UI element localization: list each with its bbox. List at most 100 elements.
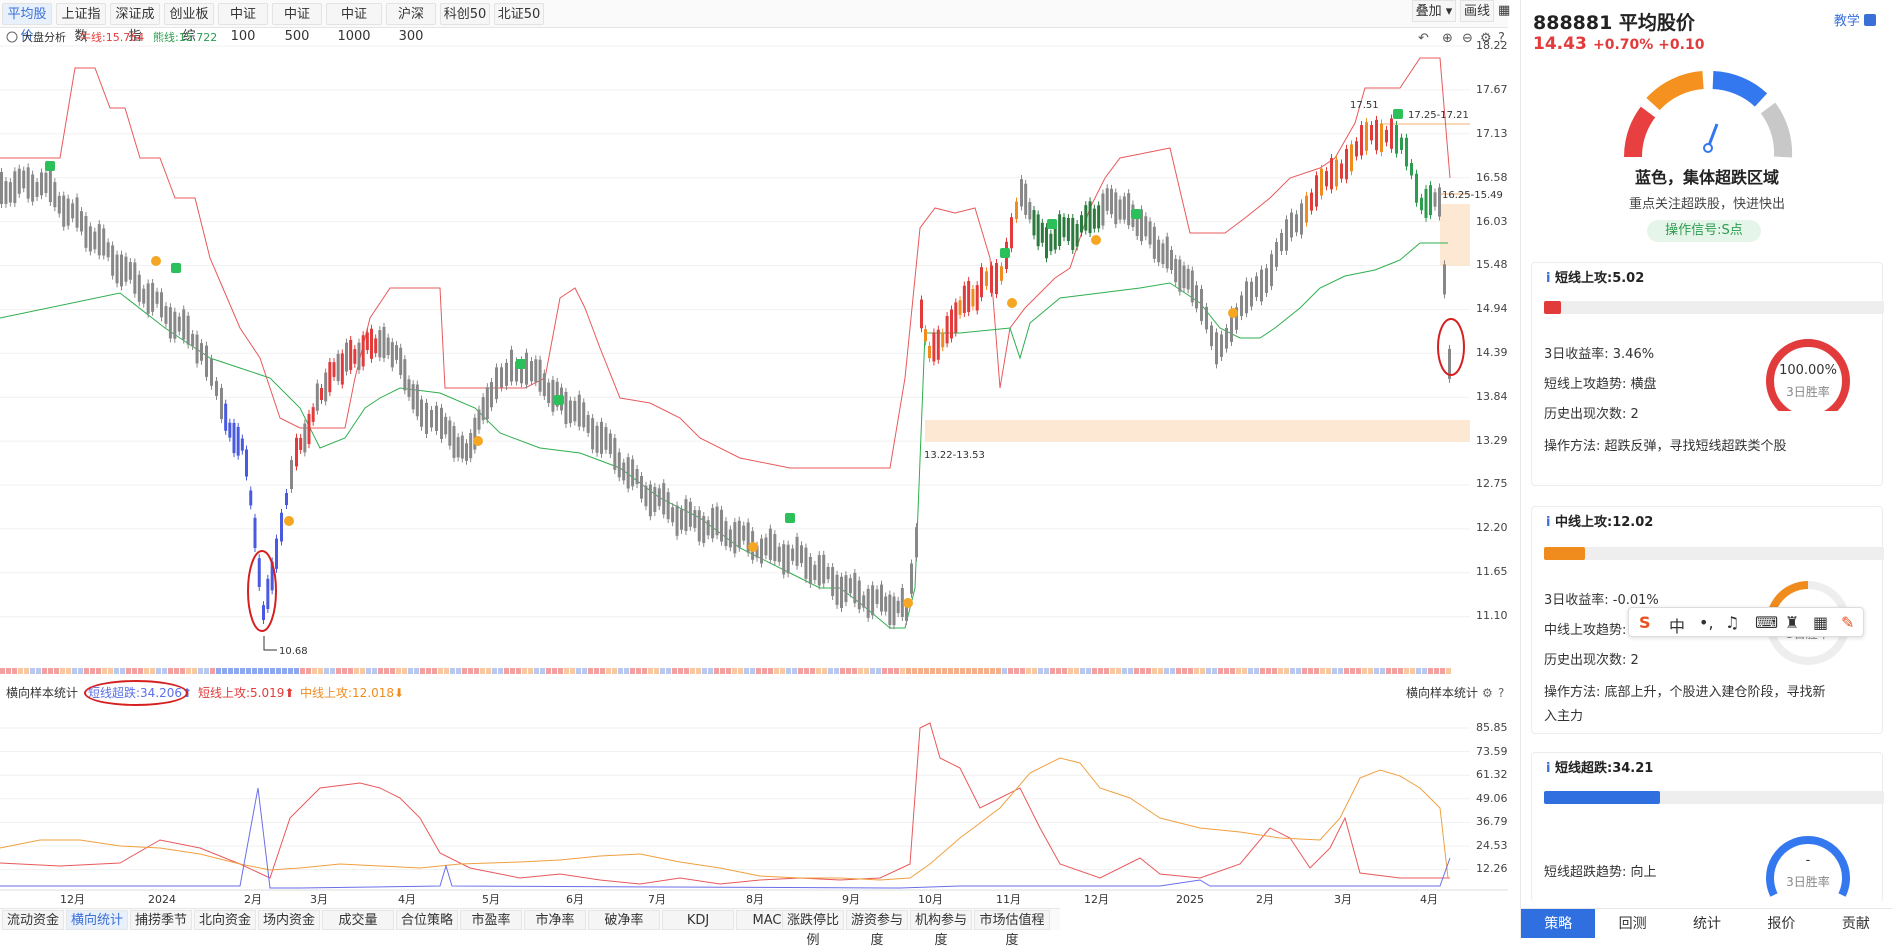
btab-pb[interactable]: 市净率	[524, 910, 586, 930]
tab-bse50[interactable]: 北证50	[494, 3, 544, 25]
candle	[1165, 236, 1169, 269]
indicator-help-icon[interactable]: ?	[1498, 683, 1504, 703]
time-tick: 6月	[566, 893, 584, 906]
btab-liquidity[interactable]: 流动资金	[2, 910, 64, 930]
band-segment	[1296, 668, 1301, 674]
tab-stats[interactable]: 统计	[1670, 909, 1744, 938]
skin-icon[interactable]: ♜	[1785, 613, 1799, 632]
band-segment	[1368, 668, 1373, 674]
main-chart-area[interactable]: 大盘分析 牛线:15.764 熊线:15.722 ↶ ⊕ ⊖ ⚙ ? 18.22…	[0, 28, 1508, 906]
candle	[1157, 239, 1161, 263]
tab-star50[interactable]: 科创50	[440, 3, 490, 25]
btab-limit-ratio[interactable]: 涨跌停比例	[782, 910, 844, 948]
grid-icon[interactable]: ▦	[1813, 613, 1828, 632]
band-segment	[1248, 668, 1253, 674]
ime-toolbar[interactable]: S 中 •, ♫ ⌨ ♜ ▦ ✎	[1628, 607, 1864, 637]
tab-hs300[interactable]: 沪深300	[386, 3, 436, 44]
band-segment	[306, 668, 311, 674]
star-signal-icon	[1228, 308, 1238, 318]
candle	[182, 309, 186, 340]
btab-horizontal-stats[interactable]: 横向统计	[66, 910, 128, 930]
teach-link[interactable]: 教学	[1834, 10, 1876, 29]
candle	[1335, 159, 1338, 187]
tab-chinext[interactable]: 创业板综	[164, 3, 214, 44]
btab-onfloor-funds[interactable]: 场内资金	[258, 910, 320, 930]
candle	[617, 452, 621, 478]
band-segment	[798, 668, 803, 674]
band-segment	[636, 668, 641, 674]
layout-icon[interactable]: ▦	[1498, 0, 1510, 22]
teach-label[interactable]: 教学	[1834, 14, 1860, 29]
btab-fishing-season[interactable]: 捕捞季节	[130, 910, 192, 930]
band-segment	[1266, 668, 1271, 674]
candle	[1424, 188, 1428, 218]
tab-csi500[interactable]: 中证500	[272, 3, 322, 44]
band-segment	[822, 668, 827, 674]
band-segment	[624, 668, 629, 674]
time-tick: 7月	[648, 893, 666, 906]
collapse-icon[interactable]	[6, 31, 18, 43]
keyboard-icon[interactable]: ⌨	[1755, 613, 1778, 632]
undo-icon[interactable]: ↶	[1418, 31, 1429, 46]
tab-csi100[interactable]: 中证100	[218, 3, 268, 44]
time-tick: 3月	[1334, 893, 1352, 906]
tab-quote[interactable]: 报价	[1744, 909, 1818, 938]
btab-northbound[interactable]: 北向资金	[194, 910, 256, 930]
candle	[407, 379, 411, 397]
candle	[1365, 122, 1368, 151]
btab-pe[interactable]: 市盈率	[460, 910, 522, 930]
tab-backtest[interactable]: 回测	[1595, 909, 1669, 938]
band-segment	[1020, 668, 1025, 674]
band-segment	[918, 668, 923, 674]
tab-strategy[interactable]: 策略	[1521, 909, 1596, 938]
s-signal-icon	[516, 359, 526, 369]
draw-line-button[interactable]: 画线	[1460, 0, 1494, 22]
candle	[365, 332, 369, 350]
candle	[262, 605, 265, 621]
band-segment	[1074, 668, 1079, 674]
sogou-icon[interactable]: S	[1639, 613, 1651, 632]
band-segment	[1230, 668, 1235, 674]
candle	[1240, 295, 1243, 317]
candle	[1330, 158, 1333, 190]
band-segment	[72, 668, 77, 674]
indicator-tab-bar: 流动资金 横向统计 捕捞季节 北向资金 场内资金 成交量 合位策略 市盈率 市净…	[0, 908, 1060, 948]
band-segment	[666, 668, 671, 674]
mic-icon[interactable]: ♫	[1725, 613, 1739, 632]
tab-avg-price[interactable]: 平均股价	[2, 3, 52, 44]
btab-below-book[interactable]: 破净率	[588, 910, 660, 930]
tab-sh-index[interactable]: 上证指数	[56, 3, 106, 44]
candle	[666, 492, 670, 520]
indicator-settings-icon[interactable]: ⚙	[1482, 683, 1493, 703]
tab-contribution[interactable]: 贡献	[1819, 909, 1892, 938]
btab-institution[interactable]: 机构参与度	[910, 910, 972, 948]
chinese-mode-icon[interactable]: 中	[1669, 613, 1685, 637]
candle	[1084, 205, 1088, 231]
candle	[657, 488, 661, 507]
btab-volume[interactable]: 成交量	[322, 910, 394, 930]
btab-kdj[interactable]: KDJ	[662, 910, 734, 930]
punct-icon[interactable]: •,	[1699, 613, 1714, 632]
band-segment	[978, 668, 983, 674]
btab-position-strategy[interactable]: 合位策略	[396, 910, 458, 930]
tab-csi1000[interactable]: 中证1000	[326, 3, 382, 44]
band-segment	[1128, 668, 1133, 674]
candle	[1390, 118, 1393, 149]
band-segment	[114, 668, 119, 674]
price-tick: 13.84	[1476, 390, 1508, 403]
band-segment	[450, 668, 455, 674]
candle	[1300, 203, 1303, 235]
overlay-dropdown[interactable]: 叠加 ▾	[1412, 0, 1456, 22]
candle	[1305, 195, 1308, 223]
zoom-out-icon[interactable]: ⊖	[1462, 31, 1473, 46]
btab-valuation[interactable]: 市场估值程度	[974, 910, 1050, 948]
candle	[800, 545, 803, 564]
candle	[905, 605, 908, 621]
btab-hotmoney[interactable]: 游资参与度	[846, 910, 908, 948]
candle	[177, 316, 181, 332]
tools-icon[interactable]: ✎	[1841, 613, 1854, 632]
zoom-in-icon[interactable]: ⊕	[1442, 31, 1453, 46]
candle	[448, 420, 452, 446]
band-segment	[330, 668, 335, 674]
tab-sz-index[interactable]: 深证成指	[110, 3, 160, 44]
